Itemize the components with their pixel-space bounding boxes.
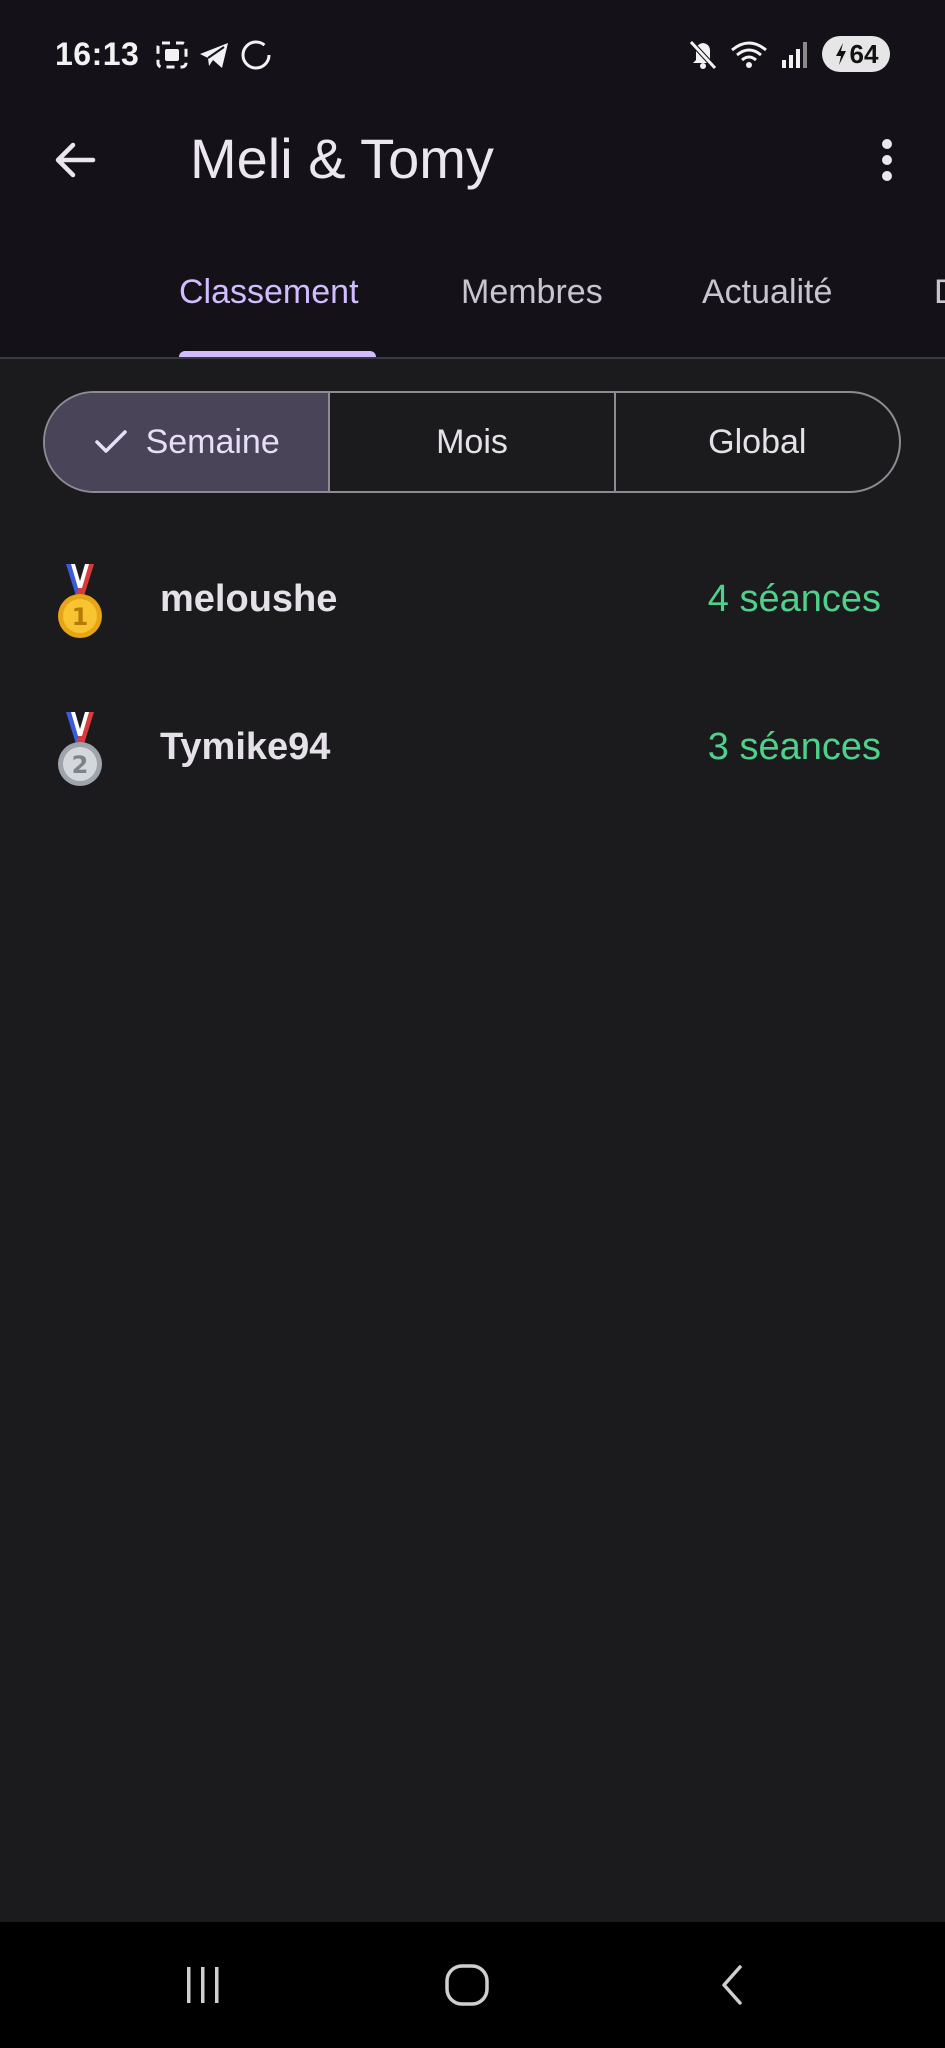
status-left-icons: [155, 38, 273, 72]
segment-global-label: Global: [708, 422, 807, 461]
top-app-area: 16:13 64 Meli & Tomy Classement Membres …: [0, 0, 945, 359]
telegram-icon: [200, 43, 228, 68]
loading-circle-icon: [241, 40, 271, 70]
active-tab-indicator: [179, 351, 376, 357]
segment-mois-label: Mois: [436, 422, 508, 461]
segment-semaine-label: Semaine: [145, 422, 280, 461]
player-name: Tymike94: [160, 726, 331, 768]
home-button[interactable]: [432, 1952, 502, 2018]
segment-mois[interactable]: Mois: [330, 393, 616, 491]
battery-indicator: 64: [822, 36, 890, 72]
session-count: 3 séances: [707, 726, 881, 768]
session-count: 4 séances: [707, 578, 881, 620]
recent-apps-button[interactable]: [168, 1952, 238, 2018]
status-right-icons: 64: [688, 36, 890, 72]
tab-bar: Classement Membres Actualité D: [0, 255, 945, 357]
leaderboard-list: 1 meloushe 4 séances 2 Tymike94 3 séance…: [0, 530, 945, 826]
silver-medal-icon: 2: [58, 712, 102, 786]
tab-partial[interactable]: D: [934, 273, 945, 312]
more-vert-icon: [882, 139, 892, 181]
gold-medal-icon: 1: [58, 564, 102, 638]
arrow-back-icon: [55, 142, 96, 178]
segment-global[interactable]: Global: [616, 393, 899, 491]
status-time: 16:13: [55, 36, 140, 72]
nav-back-button[interactable]: [697, 1952, 767, 2018]
svg-text:2: 2: [72, 751, 89, 779]
charging-icon: [835, 43, 846, 65]
battery-level: 64: [849, 38, 879, 69]
svg-text:1: 1: [72, 603, 89, 631]
more-options-button[interactable]: [859, 132, 915, 188]
home-icon: [445, 1964, 489, 2006]
page-title: Meli & Tomy: [190, 127, 494, 190]
screenshot-icon: [156, 41, 188, 69]
chevron-left-icon: [722, 1965, 742, 2005]
system-navigation-bar: [0, 1922, 945, 2048]
leaderboard-row[interactable]: 1 meloushe 4 séances: [0, 530, 945, 678]
app-bar: Meli & Tomy: [0, 110, 945, 210]
player-name: meloushe: [160, 578, 338, 620]
signal-icon: [782, 42, 807, 68]
tab-actualite[interactable]: Actualité: [702, 273, 832, 312]
period-filter: Semaine Mois Global: [43, 391, 901, 493]
leaderboard-row[interactable]: 2 Tymike94 3 séances: [0, 678, 945, 826]
status-bar: 16:13 64: [0, 0, 945, 110]
mute-icon: [689, 40, 717, 70]
tab-membres[interactable]: Membres: [461, 273, 603, 312]
check-icon: [94, 430, 127, 453]
segment-semaine[interactable]: Semaine: [45, 393, 331, 491]
recent-apps-icon: [187, 1967, 219, 2003]
tab-classement[interactable]: Classement: [179, 273, 359, 312]
wifi-icon: [731, 41, 767, 68]
back-button[interactable]: [40, 132, 110, 188]
